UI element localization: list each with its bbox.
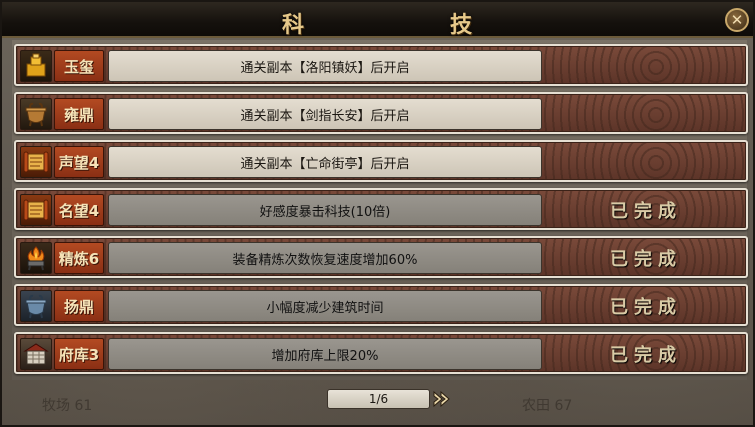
tech-status <box>601 101 691 127</box>
tech-name: 声望4 <box>54 146 104 178</box>
tech-description: 小幅度减少建筑时间 <box>108 290 542 322</box>
close-icon: ✕ <box>730 10 744 29</box>
tech-description: 通关副本【剑指长安】后开启 <box>108 98 542 130</box>
tech-name: 府库3 <box>54 338 104 370</box>
title-char-2: 技 <box>450 12 473 38</box>
tech-status: 已完成 <box>610 345 682 366</box>
tech-status: 已完成 <box>610 201 682 222</box>
tech-description: 通关副本【洛阳镇妖】后开启 <box>108 50 542 82</box>
page-indicator: 1/6 <box>327 389 430 409</box>
title-bar: 科 技 ✕ <box>2 2 753 38</box>
scroll-icon <box>20 146 52 178</box>
tech-row[interactable]: 声望4 通关副本【亡命街亭】后开启 <box>14 140 748 182</box>
tech-row[interactable]: 名望4 好感度暴击科技(10倍) 已完成 <box>14 188 748 230</box>
double-chevron-right-icon <box>433 390 450 408</box>
tech-name: 玉玺 <box>54 50 104 82</box>
tech-name: 扬鼎 <box>54 290 104 322</box>
background-label-left: 牧场 61 <box>42 398 93 414</box>
tech-row[interactable]: 扬鼎 小幅度减少建筑时间 已完成 <box>14 284 748 326</box>
tech-name: 精炼6 <box>54 242 104 274</box>
fire-brazier-icon <box>20 242 52 274</box>
tech-status <box>601 53 691 79</box>
next-page-button[interactable] <box>432 389 452 409</box>
bronze-cauldron-icon <box>20 98 52 130</box>
tech-description: 通关副本【亡命街亭】后开启 <box>108 146 542 178</box>
tech-row[interactable]: 府库3 增加府库上限20% 已完成 <box>14 332 748 374</box>
tech-status: 已完成 <box>610 249 682 270</box>
tech-name: 名望4 <box>54 194 104 226</box>
tech-row[interactable]: 雍鼎 通关副本【剑指长安】后开启 <box>14 92 748 134</box>
tech-name: 雍鼎 <box>54 98 104 130</box>
tech-row[interactable]: 精炼6 装备精炼次数恢复速度增加60% 已完成 <box>14 236 748 278</box>
tech-status: 已完成 <box>610 297 682 318</box>
tech-status <box>601 149 691 175</box>
jade-seal-icon <box>20 50 52 82</box>
tech-window: 科 技 ✕ 牧场 61 农田 67 玉玺 通关副本【洛阳镇妖】后开启 雍鼎 通关… <box>0 0 755 427</box>
scroll-icon <box>20 194 52 226</box>
tech-description: 装备精炼次数恢复速度增加60% <box>108 242 542 274</box>
close-button[interactable]: ✕ <box>725 8 749 32</box>
title-char-1: 科 <box>282 12 305 38</box>
background-label-right: 农田 67 <box>522 398 573 414</box>
tech-description: 好感度暴击科技(10倍) <box>108 194 542 226</box>
tech-row[interactable]: 玉玺 通关副本【洛阳镇妖】后开启 <box>14 44 748 86</box>
treasury-icon <box>20 338 52 370</box>
blue-cauldron-icon <box>20 290 52 322</box>
tech-description: 增加府库上限20% <box>108 338 542 370</box>
